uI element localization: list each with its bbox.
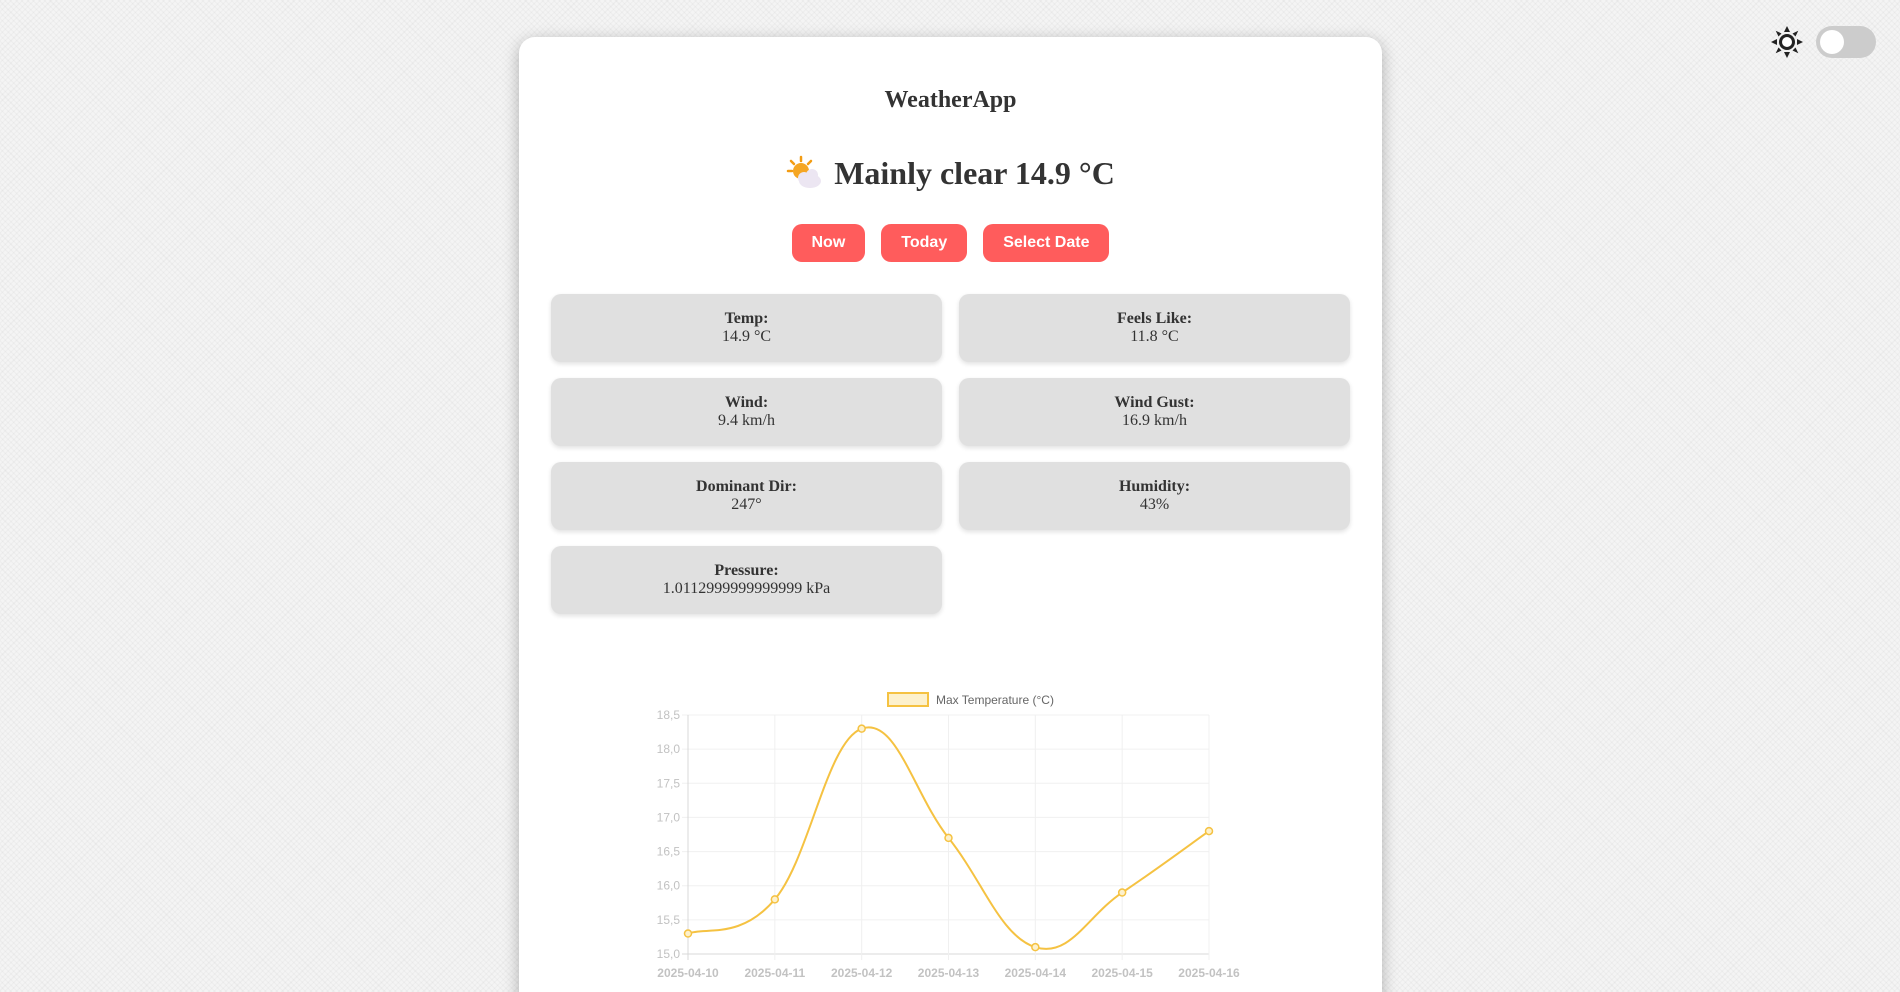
data-point — [1117, 888, 1127, 897]
metric-value: 11.8 °C — [1130, 328, 1179, 345]
data-point — [1204, 826, 1214, 836]
metric-value: 16.9 km/h — [1122, 412, 1187, 429]
current-conditions: Mainly clear 14.9 °C — [519, 154, 1382, 192]
x-tick-label: 2025-04-16 — [1178, 966, 1240, 980]
metric-label: Feels Like: — [1116, 310, 1193, 327]
y-tick-label: 18,0 — [657, 742, 681, 756]
y-tick-label: 15,5 — [657, 913, 681, 927]
data-point — [857, 724, 866, 733]
switch-knob — [1820, 30, 1844, 54]
current-summary: Mainly clear 14.9 °C — [834, 154, 1115, 191]
y-tick-label: 17,5 — [657, 776, 681, 790]
metric-value: 43% — [1139, 496, 1170, 513]
legend-label: Max Temperature (°C) — [936, 693, 1054, 707]
x-tick-label: 2025-04-12 — [831, 966, 893, 980]
x-tick-label: 2025-04-15 — [1091, 966, 1153, 980]
x-tick-label: 2025-04-14 — [1005, 966, 1067, 980]
metric-label: Temp: — [724, 310, 769, 327]
temperature-chart-svg: 15,0 15,5 16,0 16,5 17,0 17,5 18,0 18,5 2025-04-… — [657, 692, 1240, 980]
today-button[interactable]: Today — [881, 224, 968, 262]
temperature-chart: 15,0 15,5 16,0 16,5 17,0 17,5 18,0 18,5 2025-04-… — [599, 644, 1299, 984]
metric-label: Pressure: — [714, 562, 779, 579]
y-tick-label: 17,0 — [657, 810, 681, 824]
wind-tile: Wind: 9.4 km/h — [551, 378, 942, 446]
data-point — [683, 929, 693, 938]
time-range-buttons: Now Today Select Date — [519, 224, 1382, 262]
metric-value: 247° — [731, 496, 762, 513]
humidity-tile: Humidity: 43% — [959, 462, 1350, 530]
x-tick-label: 2025-04-13 — [918, 966, 980, 980]
y-tick-label: 15,0 — [657, 947, 681, 961]
weather-card: WeatherApp Mainly clear 14.9 °C Now Toda… — [519, 37, 1382, 992]
x-tick-label: 2025-04-10 — [657, 966, 719, 980]
select-date-button[interactable]: Select Date — [983, 224, 1110, 262]
theme-toggle — [1770, 25, 1876, 59]
pressure-tile: Pressure: 1.0112999999999999 kPa — [551, 546, 942, 614]
data-point — [770, 895, 780, 904]
metrics-grid: Temp: 14.9 °C Feels Like: 11.8 °C Wind: … — [551, 294, 1351, 614]
x-tick-label: 2025-04-11 — [744, 966, 805, 980]
y-tick-label: 18,5 — [657, 708, 681, 722]
metric-label: Wind Gust: — [1114, 394, 1195, 411]
metric-value: 14.9 °C — [721, 328, 772, 345]
data-point — [1031, 942, 1040, 952]
feels-like-tile: Feels Like: 11.8 °C — [959, 294, 1350, 362]
metric-value: 9.4 km/h — [718, 412, 775, 429]
metric-value: 1.0112999999999999 kPa — [662, 580, 831, 597]
now-button[interactable]: Now — [791, 224, 866, 262]
y-tick-label: 16,5 — [657, 845, 681, 859]
metric-label: Wind: — [724, 394, 769, 411]
sun-icon — [1771, 26, 1803, 58]
data-point — [944, 833, 953, 843]
legend-swatch — [887, 692, 929, 707]
wind-gust-tile: Wind Gust: 16.9 km/h — [959, 378, 1350, 446]
metric-label: Humidity: — [1118, 478, 1191, 495]
dominant-dir-tile: Dominant Dir: 247° — [551, 462, 942, 530]
y-tick-label: 16,0 — [657, 879, 681, 893]
temp-tile: Temp: 14.9 °C — [551, 294, 942, 362]
sun-behind-cloud-icon — [786, 155, 822, 188]
dark-mode-switch[interactable] — [1816, 26, 1876, 58]
app-title: WeatherApp — [884, 87, 1017, 113]
metric-label: Dominant Dir: — [696, 478, 797, 495]
